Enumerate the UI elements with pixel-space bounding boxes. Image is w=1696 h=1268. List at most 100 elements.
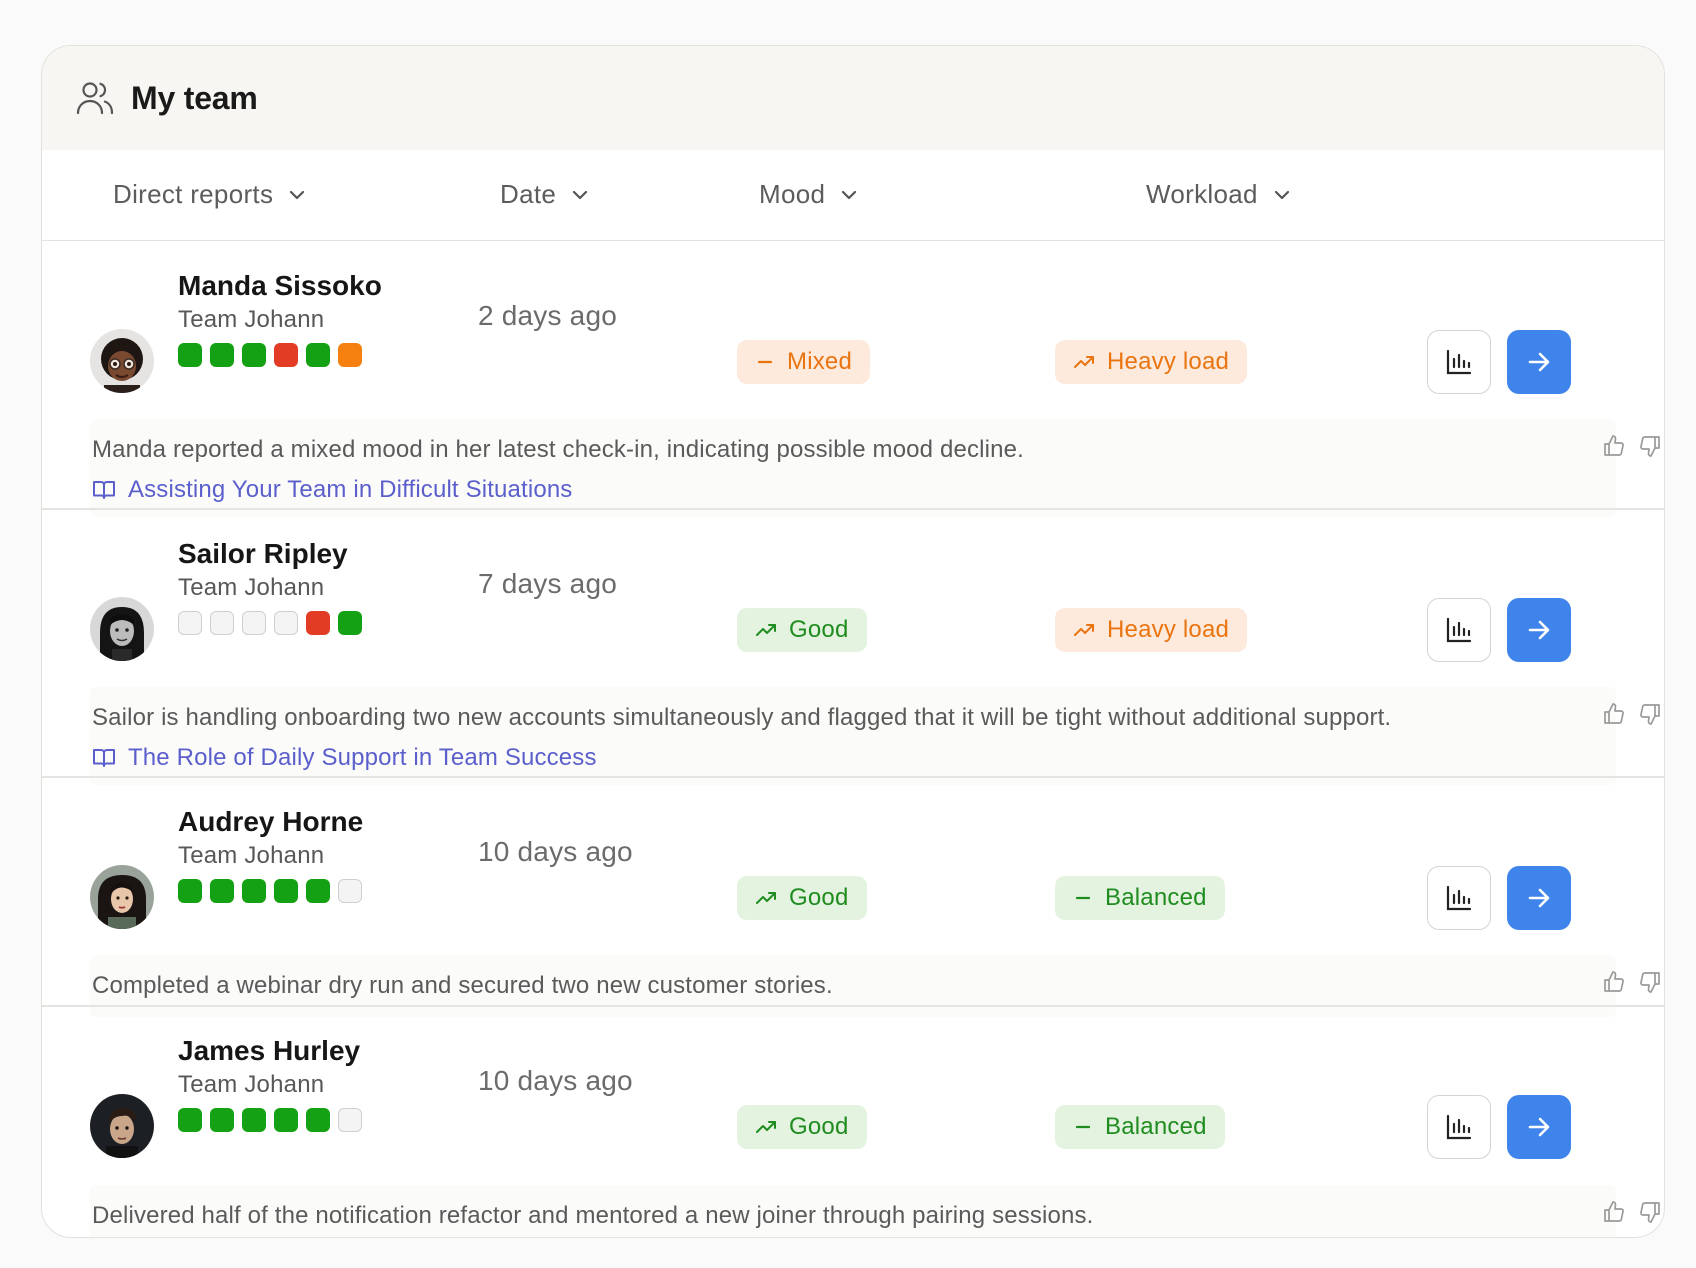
person-name: Manda Sissoko: [178, 270, 382, 301]
mood-badge: Good: [737, 1105, 867, 1149]
checkin-dot: [338, 611, 362, 635]
mood-label: Mixed: [787, 348, 853, 375]
card-header: My team: [42, 46, 1664, 150]
checkin-date: 10 days ago: [478, 836, 633, 867]
thumbs-up-icon[interactable]: [1602, 970, 1626, 994]
avatar: [90, 329, 154, 393]
open-report-button[interactable]: [1507, 1095, 1571, 1159]
arrow-right-icon: [1528, 620, 1550, 640]
checkin-dot: [306, 1108, 330, 1132]
person-name: James Hurley: [178, 1035, 361, 1066]
person-team: Team Johann: [178, 306, 325, 333]
checkin-dot: [338, 343, 362, 367]
thumbs-down-icon[interactable]: [1638, 970, 1662, 994]
column-header-label: Workload: [1146, 179, 1258, 209]
resource-link-label: The Role of Daily Support in Team Succes…: [128, 744, 597, 771]
checkin-date: 7 days ago: [478, 568, 617, 599]
mood-badge: Good: [737, 876, 867, 920]
checkin-date: 2 days ago: [478, 300, 617, 331]
checkin-dot: [242, 343, 266, 367]
workload-badge: Heavy load: [1055, 608, 1248, 652]
workload-badge: Heavy load: [1055, 340, 1248, 384]
resource-link[interactable]: Assisting Your Team in Difficult Situati…: [92, 476, 572, 504]
checkin-history: [178, 1108, 362, 1132]
view-stats-button[interactable]: [1427, 598, 1491, 662]
view-stats-button[interactable]: [1427, 1095, 1491, 1159]
workload-label: Balanced: [1105, 884, 1207, 911]
thumbs-up-icon[interactable]: [1602, 1200, 1626, 1224]
trend-up-icon: [756, 1121, 776, 1133]
checkin-dot: [178, 879, 202, 903]
note-text: Completed a webinar dry run and secured …: [92, 972, 833, 999]
column-header-label: Date: [500, 179, 557, 209]
arrow-right-icon: [1528, 888, 1550, 908]
arrow-right-icon: [1528, 352, 1550, 372]
workload-label: Heavy load: [1107, 348, 1230, 375]
open-report-button[interactable]: [1507, 866, 1571, 930]
view-stats-button[interactable]: [1427, 866, 1491, 930]
thumbs-up-icon[interactable]: [1602, 434, 1626, 458]
checkin-history: [178, 343, 362, 367]
arrow-right-icon: [1528, 1117, 1550, 1137]
insight-note: Delivered half of the notification refac…: [90, 1185, 1660, 1237]
resource-link[interactable]: The Role of Daily Support in Team Succes…: [92, 744, 597, 772]
workload-badge: Balanced: [1055, 876, 1225, 920]
trend-up-icon: [756, 624, 776, 636]
workload-label: Balanced: [1105, 1113, 1207, 1140]
column-header-mood[interactable]: Mood: [759, 150, 859, 239]
table-row: Sailor Ripley Team Johann 7 days ago Goo…: [42, 510, 1664, 785]
mood-label: Good: [789, 884, 849, 911]
checkin-dot: [242, 879, 266, 903]
users-icon: [75, 78, 115, 118]
bar-chart-icon: [1446, 349, 1472, 375]
thumbs-down-icon[interactable]: [1638, 434, 1662, 458]
trend-up-icon: [1074, 356, 1094, 368]
checkin-dot: [210, 611, 234, 635]
checkin-dot: [274, 879, 298, 903]
column-header-date[interactable]: Date: [500, 150, 590, 239]
checkin-date: 10 days ago: [478, 1065, 633, 1096]
checkin-history: [178, 611, 362, 635]
view-stats-button[interactable]: [1427, 330, 1491, 394]
insight-note: Manda reported a mixed mood in her lates…: [90, 419, 1660, 517]
mood-badge: Good: [737, 608, 867, 652]
person-name: Sailor Ripley: [178, 538, 348, 569]
bar-chart-icon: [1446, 617, 1472, 643]
chevron-down-icon: [290, 190, 305, 199]
note-text: Sailor is handling onboarding two new ac…: [92, 704, 1392, 731]
book-icon: [93, 481, 115, 499]
thumbs-up-icon[interactable]: [1602, 702, 1626, 726]
mood-badge: Mixed: [737, 340, 871, 384]
checkin-dot: [178, 611, 202, 635]
table-row: James Hurley Team Johann 10 days ago Goo…: [42, 1007, 1664, 1237]
checkin-dot: [306, 343, 330, 367]
chevron-down-icon: [573, 190, 588, 199]
open-report-button[interactable]: [1507, 330, 1571, 394]
person-team: Team Johann: [178, 842, 325, 869]
resource-link-label: Assisting Your Team in Difficult Situati…: [128, 476, 573, 503]
person-team: Team Johann: [178, 1071, 325, 1098]
column-header-label: Mood: [759, 179, 826, 209]
thumbs-down-icon[interactable]: [1638, 702, 1662, 726]
avatar: [90, 865, 154, 929]
checkin-dot: [178, 1108, 202, 1132]
my-team-card: My team Direct reports Date Mood Workloa…: [41, 45, 1665, 1238]
avatar: [90, 597, 154, 661]
minus-icon: [1075, 1125, 1091, 1129]
checkin-dot: [274, 343, 298, 367]
workload-badge: Balanced: [1055, 1105, 1225, 1149]
bar-chart-icon: [1446, 1114, 1472, 1140]
checkin-dot: [274, 1108, 298, 1132]
checkin-dot: [210, 879, 234, 903]
checkin-dot: [306, 611, 330, 635]
column-header-workload[interactable]: Workload: [1146, 150, 1292, 239]
person-name: Audrey Horne: [178, 806, 364, 837]
chevron-down-icon: [1274, 190, 1289, 199]
thumbs-down-icon[interactable]: [1638, 1200, 1662, 1224]
column-header-direct-reports[interactable]: Direct reports: [113, 150, 307, 239]
open-report-button[interactable]: [1507, 598, 1571, 662]
checkin-dot: [210, 343, 234, 367]
note-text: Delivered half of the notification refac…: [92, 1202, 1094, 1229]
table-row: Manda Sissoko Team Johann 2 days ago Mix…: [42, 242, 1664, 517]
checkin-dot: [274, 611, 298, 635]
